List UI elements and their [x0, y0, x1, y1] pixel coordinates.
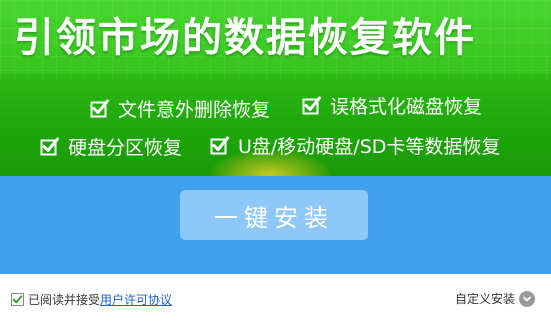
promo-banner: 引领市场的数据恢复软件 文件意外删除恢复 误格式化磁盘恢复 硬盘分区恢复 U盘/… — [0, 0, 551, 176]
footer-bar: 已阅读并接受 用户许可协议 自定义安装 — [0, 274, 551, 326]
checkbox-checked-icon — [90, 99, 109, 117]
feature-item: 硬盘分区恢复 — [40, 132, 182, 160]
feature-item: 误格式化磁盘恢复 — [302, 91, 482, 119]
installer-window: 引领市场的数据恢复软件 文件意外删除恢复 误格式化磁盘恢复 硬盘分区恢复 U盘/… — [0, 0, 551, 326]
checkmark-icon — [12, 295, 23, 304]
install-panel: 一键安装 — [0, 176, 551, 274]
agree-label: 已阅读并接受 — [28, 293, 101, 307]
agree-checkbox[interactable] — [11, 293, 24, 306]
banner-headline: 引领市场的数据恢复软件 — [14, 15, 476, 61]
feature-label: 文件意外删除恢复 — [118, 98, 271, 121]
chevron-down-icon — [519, 290, 535, 307]
feature-label: U盘/移动硬盘/SD卡等数据恢复 — [238, 135, 501, 158]
feature-label: 误格式化磁盘恢复 — [330, 95, 483, 118]
license-agreement: 已阅读并接受 用户许可协议 — [11, 291, 172, 308]
feature-item: 文件意外删除恢复 — [90, 94, 270, 122]
feature-item: U盘/移动硬盘/SD卡等数据恢复 — [210, 131, 500, 159]
license-link[interactable]: 用户许可协议 — [100, 291, 172, 308]
checkbox-checked-icon — [302, 96, 321, 114]
feature-label: 硬盘分区恢复 — [68, 136, 183, 159]
checkbox-checked-icon — [210, 136, 229, 154]
custom-install-label: 自定义安装 — [454, 292, 515, 306]
checkbox-checked-icon — [40, 137, 59, 155]
custom-install-toggle[interactable]: 自定义安装 — [455, 290, 535, 307]
one-click-install-button[interactable]: 一键安装 — [180, 190, 368, 240]
